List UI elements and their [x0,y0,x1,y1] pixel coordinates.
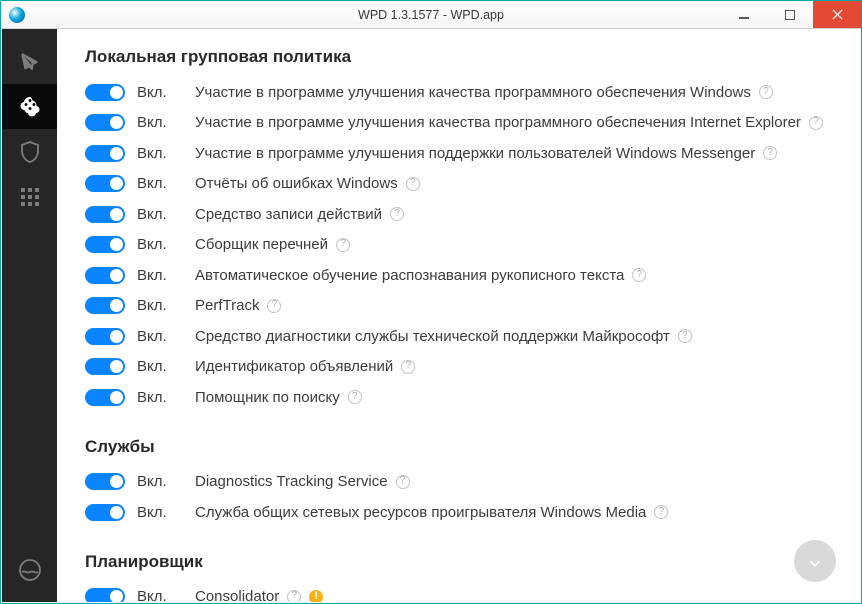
toggle-state: Вкл. [137,389,195,406]
help-icon[interactable]: ? [396,475,410,489]
toggle-switch[interactable] [85,206,125,223]
setting-desc: Идентификатор объявлений? [195,358,832,375]
setting-row: Вкл.PerfTrack? [85,291,832,322]
setting-row: Вкл.Сборщик перечней? [85,230,832,261]
scroll-down-button[interactable] [794,540,836,582]
setting-desc: Участие в программе улучшения поддержки … [195,145,832,162]
setting-desc: Служба общих сетевых ресурсов проигрыват… [195,504,832,521]
toggle-state: Вкл. [137,145,195,162]
app-icon [9,7,25,23]
setting-desc: PerfTrack? [195,297,832,314]
setting-row: Вкл.Diagnostics Tracking Service? [85,467,832,498]
help-icon[interactable]: ? [678,329,692,343]
setting-desc: Участие в программе улучшения качества п… [195,84,832,101]
setting-row: Вкл.Средство диагностики службы техничес… [85,321,832,352]
toggle-state: Вкл. [137,236,195,253]
toggle-switch[interactable] [85,236,125,253]
toggle-switch[interactable] [85,389,125,406]
setting-row: Вкл.Автоматическое обучение распознавани… [85,260,832,291]
help-icon[interactable]: ? [632,268,646,282]
toggle-switch[interactable] [85,84,125,101]
toggle-state: Вкл. [137,297,195,314]
sidebar [2,29,57,602]
help-icon[interactable]: ? [763,146,777,160]
setting-desc: Средство записи действий? [195,206,832,223]
warning-icon[interactable]: ! [309,590,323,602]
close-button[interactable] [813,1,861,28]
setting-row: Вкл.Служба общих сетевых ресурсов проигр… [85,497,832,528]
nav-back[interactable] [2,39,57,84]
toggle-state: Вкл. [137,473,195,490]
nav-privacy[interactable] [2,84,57,129]
setting-desc: Diagnostics Tracking Service? [195,473,832,490]
setting-desc: Отчёты об ошибках Windows? [195,175,832,192]
setting-desc: Участие в программе улучшения качества п… [195,114,832,131]
setting-row: Вкл.Участие в программе улучшения поддер… [85,138,832,169]
help-icon[interactable]: ? [390,207,404,221]
minimize-button[interactable] [721,1,767,28]
toggle-state: Вкл. [137,328,195,345]
toggle-state: Вкл. [137,114,195,131]
titlebar[interactable]: WPD 1.3.1577 - WPD.app [1,1,861,29]
setting-row: Вкл.Идентификатор объявлений? [85,352,832,383]
setting-row: Вкл.Consolidator?! [85,582,832,603]
toggle-state: Вкл. [137,358,195,375]
toggle-state: Вкл. [137,84,195,101]
help-icon[interactable]: ? [406,177,420,191]
toggle-switch[interactable] [85,297,125,314]
setting-desc: Сборщик перечней? [195,236,832,253]
toggle-switch[interactable] [85,267,125,284]
help-icon[interactable]: ? [348,390,362,404]
toggle-switch[interactable] [85,358,125,375]
app-window: WPD 1.3.1577 - WPD.app [0,0,862,604]
toggle-switch[interactable] [85,473,125,490]
toggle-switch[interactable] [85,328,125,345]
section-title-services: Службы [85,437,832,457]
setting-row: Вкл.Участие в программе улучшения качест… [85,108,832,139]
help-icon[interactable]: ? [759,85,773,99]
toggle-state: Вкл. [137,588,195,602]
setting-desc: Средство диагностики службы технической … [195,328,832,345]
content-area[interactable]: Локальная групповая политика Вкл.Участие… [57,29,860,602]
maximize-button[interactable] [767,1,813,28]
setting-desc: Помощник по поиску? [195,389,832,406]
toggle-state: Вкл. [137,504,195,521]
nav-apps[interactable] [2,174,57,219]
toggle-switch[interactable] [85,588,125,602]
toggle-switch[interactable] [85,175,125,192]
help-icon[interactable]: ? [809,116,823,130]
group-policy-list: Вкл.Участие в программе улучшения качест… [85,77,832,413]
help-icon[interactable]: ? [267,299,281,313]
help-icon[interactable]: ? [401,360,415,374]
nav-shield[interactable] [2,129,57,174]
window-controls [721,1,861,28]
toggle-state: Вкл. [137,175,195,192]
toggle-state: Вкл. [137,206,195,223]
toggle-state: Вкл. [137,267,195,284]
toggle-switch[interactable] [85,145,125,162]
help-icon[interactable]: ? [654,505,668,519]
scheduler-list: Вкл.Consolidator?! [85,582,832,603]
nav-about[interactable] [2,547,57,592]
help-icon[interactable]: ? [287,590,301,602]
section-title-group-policy: Локальная групповая политика [85,47,832,67]
toggle-switch[interactable] [85,114,125,131]
setting-row: Вкл.Участие в программе улучшения качест… [85,77,832,108]
section-title-scheduler: Планировщик [85,552,832,572]
toggle-switch[interactable] [85,504,125,521]
setting-row: Вкл.Помощник по поиску? [85,382,832,413]
setting-desc: Consolidator?! [195,588,832,602]
setting-row: Вкл.Средство записи действий? [85,199,832,230]
setting-desc: Автоматическое обучение распознавания ру… [195,267,832,284]
help-icon[interactable]: ? [336,238,350,252]
setting-row: Вкл.Отчёты об ошибках Windows? [85,169,832,200]
services-list: Вкл.Diagnostics Tracking Service? Вкл.Сл… [85,467,832,528]
